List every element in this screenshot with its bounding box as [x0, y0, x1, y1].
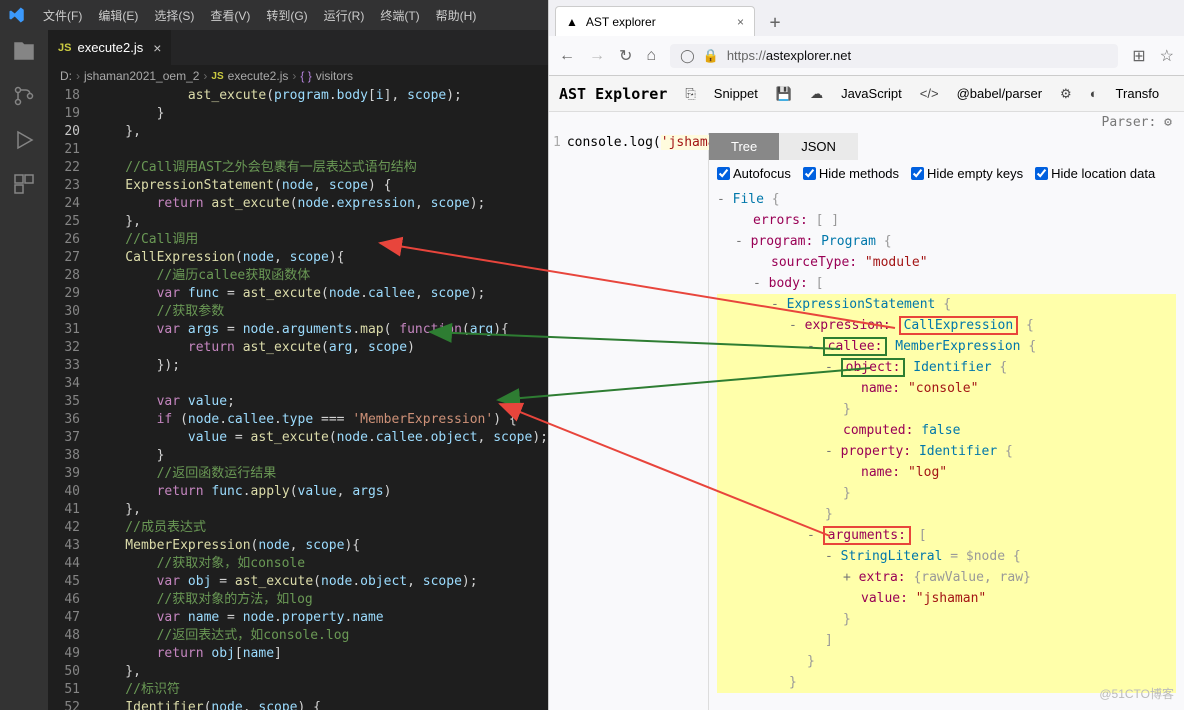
opt-hide-location[interactable]: Hide location data	[1035, 166, 1155, 181]
transform-label[interactable]: Transfo	[1116, 86, 1160, 101]
opt-hide-methods[interactable]: Hide methods	[803, 166, 899, 181]
code-editor[interactable]: 1819202122232425262728293031323334353637…	[48, 87, 548, 710]
gear-icon[interactable]: ⚙	[1164, 115, 1172, 130]
ast-brand: AST Explorer	[559, 85, 667, 103]
ast-toolbar: AST Explorer ⎘ Snippet 💾 ☁ JavaScript </…	[549, 76, 1184, 112]
chevron-right-icon: ›	[203, 69, 207, 83]
line-number: 1	[553, 135, 561, 150]
vscode-logo-icon	[8, 6, 26, 24]
new-tab-button[interactable]: +	[761, 8, 789, 36]
reload-icon[interactable]: ↻	[619, 46, 632, 66]
cloud-icon[interactable]: ☁	[810, 86, 823, 102]
code-icon: </>	[920, 86, 939, 101]
tab-close-icon[interactable]: ×	[153, 40, 161, 56]
snippet-label[interactable]: Snippet	[714, 86, 758, 101]
activity-bar	[0, 30, 48, 710]
vscode-window: 文件(F) 编辑(E) 选择(S) 查看(V) 转到(G) 运行(R) 终端(T…	[0, 0, 548, 710]
menu-run[interactable]: 运行(R)	[317, 3, 372, 28]
editor-tabbar: JS execute2.js ×	[48, 30, 548, 65]
save-icon[interactable]: 💾	[776, 86, 792, 102]
breadcrumb-symbol: visitors	[316, 69, 353, 83]
parser-select[interactable]: @babel/parser	[957, 86, 1042, 101]
menu-view[interactable]: 查看(V)	[203, 3, 257, 28]
favicon-icon: ▲	[566, 15, 578, 29]
js-file-icon: JS	[58, 42, 71, 54]
lock-icon: 🔒	[703, 48, 719, 64]
ast-options: Autofocus Hide methods Hide empty keys H…	[709, 160, 1184, 187]
menu-edit[interactable]: 编辑(E)	[91, 3, 145, 28]
menu-goto[interactable]: 转到(G)	[259, 3, 314, 28]
chevron-right-icon: ›	[292, 69, 296, 83]
browser-tabstrip: ▲ AST explorer × +	[549, 0, 1184, 36]
symbol-icon: { }	[300, 69, 311, 83]
home-icon[interactable]: ⌂	[646, 47, 656, 65]
callexpression-node: CallExpression	[899, 316, 1019, 335]
browser-window: ▲ AST explorer × + ← → ↻ ⌂ ◯ 🔒 https://a…	[548, 0, 1184, 710]
editor-tab-execute2[interactable]: JS execute2.js ×	[48, 30, 172, 65]
breadcrumb-folder: jshaman2021_oem_2	[84, 69, 199, 83]
opt-autofocus[interactable]: Autofocus	[717, 166, 791, 181]
breadcrumb[interactable]: D: › jshaman2021_oem_2 › JS execute2.js …	[48, 65, 548, 87]
tab-close-icon[interactable]: ×	[737, 15, 744, 29]
arguments-prop: arguments:	[823, 526, 911, 545]
source-control-icon[interactable]	[12, 84, 36, 108]
shield-icon: ◯	[680, 48, 695, 64]
address-bar[interactable]: ◯ 🔒 https://astexplorer.net	[670, 44, 1118, 68]
js-file-icon: JS	[211, 71, 223, 82]
ast-tree[interactable]: - File { errors: [ ] - program: Program …	[709, 187, 1184, 710]
menu-terminal[interactable]: 终端(T)	[373, 3, 426, 28]
object-prop: object:	[841, 358, 906, 377]
transform-toggle-icon[interactable]: ◐	[1090, 86, 1098, 101]
url-domain: astexplorer.net	[766, 48, 851, 63]
ast-output-tabs: Tree JSON	[709, 133, 1184, 160]
code-lines[interactable]: ast_excute(program.body[i], scope); } },…	[94, 87, 548, 710]
qr-icon[interactable]: ⊞	[1132, 46, 1145, 66]
menu-file[interactable]: 文件(F)	[36, 3, 89, 28]
explorer-icon[interactable]	[12, 40, 36, 64]
gist-icon[interactable]: ⎘	[685, 86, 695, 102]
ast-explorer-app: AST Explorer ⎘ Snippet 💾 ☁ JavaScript </…	[549, 76, 1184, 710]
tab-json[interactable]: JSON	[779, 133, 858, 160]
browser-tab-astexplorer[interactable]: ▲ AST explorer ×	[555, 6, 755, 36]
tab-filename: execute2.js	[77, 40, 143, 55]
bookmark-icon[interactable]: ☆	[1160, 46, 1174, 66]
browser-toolbar: ← → ↻ ⌂ ◯ 🔒 https://astexplorer.net ⊞ ☆	[549, 36, 1184, 76]
callee-prop: callee:	[823, 337, 888, 356]
line-gutter: 1819202122232425262728293031323334353637…	[48, 87, 94, 710]
ast-code-pane[interactable]: 1console.log('jshaman	[549, 133, 709, 710]
menu-select[interactable]: 选择(S)	[147, 3, 201, 28]
parser-info: Parser: ⚙	[549, 112, 1184, 133]
browser-tab-title: AST explorer	[586, 15, 656, 29]
run-debug-icon[interactable]	[12, 128, 36, 152]
opt-hide-empty[interactable]: Hide empty keys	[911, 166, 1023, 181]
breadcrumb-drive: D:	[60, 69, 72, 83]
menu-help[interactable]: 帮助(H)	[429, 3, 484, 28]
vscode-menubar: 文件(F) 编辑(E) 选择(S) 查看(V) 转到(G) 运行(R) 终端(T…	[0, 0, 548, 30]
tab-tree[interactable]: Tree	[709, 133, 779, 160]
watermark: @51CTO博客	[1099, 685, 1174, 702]
gear-icon[interactable]: ⚙	[1060, 86, 1072, 102]
extensions-icon[interactable]	[12, 172, 36, 196]
forward-icon[interactable]: →	[589, 47, 605, 65]
back-icon[interactable]: ←	[559, 47, 575, 65]
language-select[interactable]: JavaScript	[841, 86, 902, 101]
chevron-right-icon: ›	[76, 69, 80, 83]
breadcrumb-file: execute2.js	[228, 69, 289, 83]
